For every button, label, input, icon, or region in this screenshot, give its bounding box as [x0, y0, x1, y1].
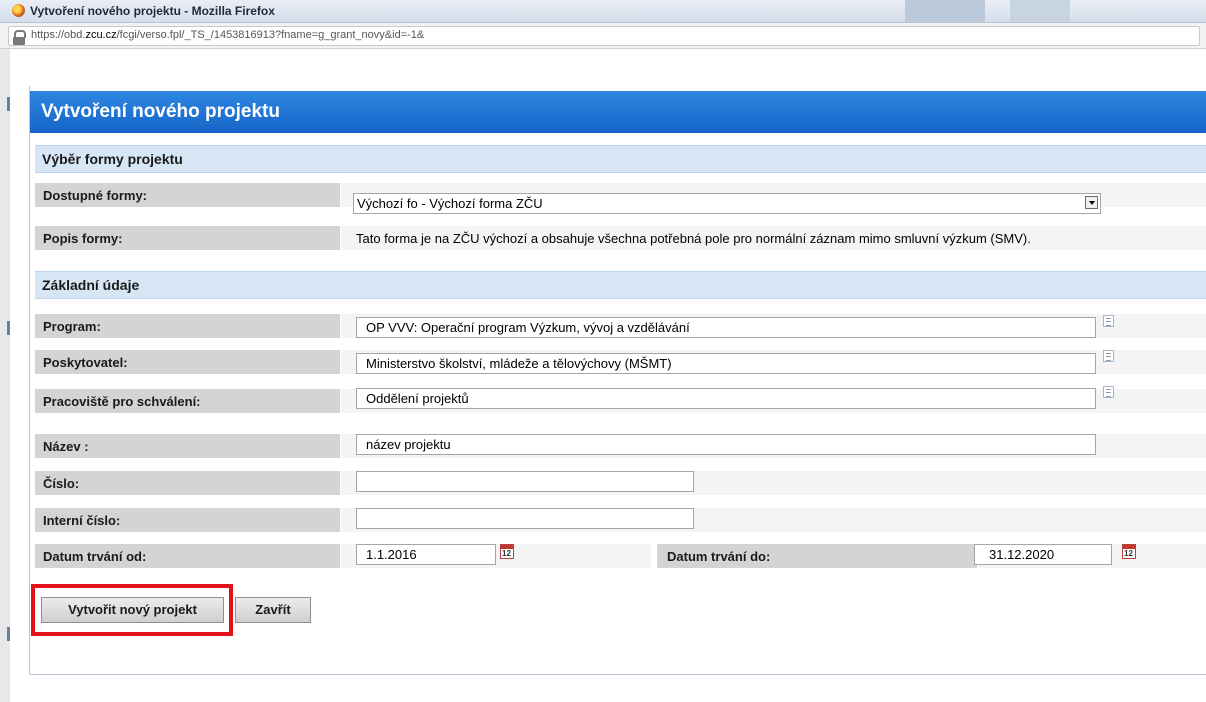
section-basic-data: Základní údaje — [35, 271, 1206, 299]
chevron-down-icon[interactable] — [1085, 196, 1098, 209]
list-picker-icon[interactable] — [1103, 315, 1114, 327]
section-title: Výběr formy projektu — [42, 151, 183, 167]
url-path: /fcgi/verso.fpl/_TS_/1453816913?fname=g_… — [116, 29, 425, 41]
label-cell: Dostupné formy: — [35, 183, 340, 208]
window-left-edge — [0, 49, 10, 702]
section-form-selection: Výběr formy projektu — [35, 145, 1206, 173]
form-description-label: Popis formy: — [43, 231, 123, 246]
url-field[interactable]: https://obd.zcu.cz/fcgi/verso.fpl/_TS_/1… — [8, 26, 1200, 46]
number-field[interactable] — [356, 471, 694, 492]
date-to-field[interactable]: 31.12.2020 — [974, 544, 1112, 565]
number-label: Číslo: — [43, 476, 80, 491]
address-bar: https://obd.zcu.cz/fcgi/verso.fpl/_TS_/1… — [0, 23, 1206, 49]
program-label: Program: — [43, 319, 101, 334]
available-forms-value: Výchozí fo - Výchozí forma ZČU — [357, 196, 543, 211]
lock-icon — [13, 30, 26, 45]
calendar-icon[interactable]: 12 — [500, 544, 514, 559]
available-forms-label: Dostupné formy: — [43, 188, 147, 203]
highlight-box — [31, 584, 233, 636]
internal-number-label: Interní číslo: — [43, 513, 121, 528]
provider-field[interactable]: Ministerstvo školství, mládeže a tělovýc… — [356, 353, 1096, 374]
date-from-label: Datum trvání od: — [43, 549, 147, 564]
workplace-field[interactable]: Oddělení projektů — [356, 388, 1096, 409]
calendar-icon[interactable]: 12 — [1122, 544, 1136, 559]
list-picker-icon[interactable] — [1103, 386, 1114, 398]
label-cell: Popis formy: — [35, 226, 340, 251]
window-title: Vytvoření nového projektu - Mozilla Fire… — [30, 4, 275, 18]
provider-label: Poskytovatel: — [43, 355, 128, 370]
available-forms-select[interactable]: Výchozí fo - Výchozí forma ZČU — [353, 193, 1101, 214]
url-domain: zcu.cz — [85, 29, 117, 41]
form-description-text: Tato forma je na ZČU výchozí a obsahuje … — [356, 231, 1031, 246]
internal-number-field[interactable] — [356, 508, 694, 529]
workplace-label: Pracoviště pro schválení: — [43, 394, 201, 409]
date-from-field[interactable]: 1.1.2016 — [356, 544, 496, 565]
date-to-label: Datum trvání do: — [667, 549, 771, 564]
firefox-icon — [12, 4, 25, 17]
window-titlebar: Vytvoření nového projektu - Mozilla Fire… — [0, 0, 1206, 23]
close-button[interactable]: Zavřít — [235, 597, 311, 623]
program-field[interactable]: OP VVV: Operační program Výzkum, vývoj a… — [356, 317, 1096, 338]
section-title: Základní údaje — [42, 277, 140, 293]
dialog-title: Vytvoření nového projektu — [41, 101, 280, 122]
project-name-field[interactable]: název projektu — [356, 434, 1096, 455]
name-label: Název : — [43, 439, 89, 454]
url-prefix: https://obd. — [31, 29, 86, 41]
dialog-header: Vytvoření nového projektu — [30, 91, 1206, 133]
list-picker-icon[interactable] — [1103, 350, 1114, 362]
